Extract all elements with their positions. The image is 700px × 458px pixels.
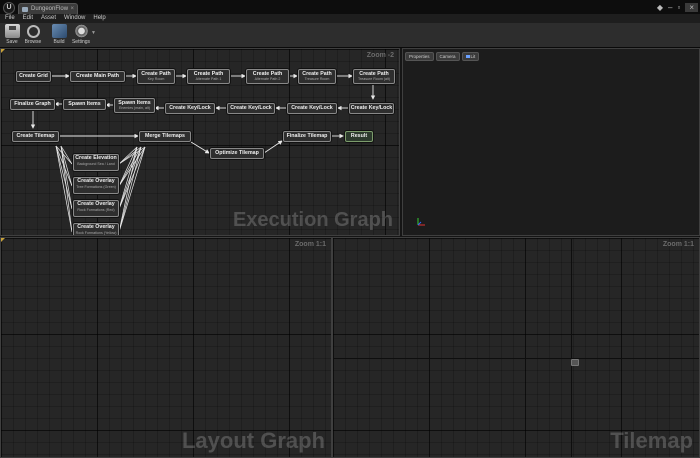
node-subtitle: Enemies (main, alt) [119, 106, 150, 110]
minimize-button[interactable]: – [668, 3, 672, 12]
menu-file[interactable]: File [5, 14, 15, 23]
node-create-overlay-1[interactable]: Create Overlay Tree Formations (Green) [73, 177, 119, 194]
lit-icon [465, 55, 470, 58]
close-window-button[interactable]: × [685, 2, 698, 12]
notification-icon[interactable]: ◆ [657, 3, 663, 12]
node-merge-tilemaps[interactable]: Merge Tilemaps [139, 131, 191, 142]
browse-button[interactable]: Browse [22, 24, 44, 45]
title-bar: U DungeonFlow × ◆ – ▫ × [0, 0, 700, 14]
menu-bar: File Edit Asset Window Help [0, 14, 700, 23]
panel-corner-marker [1, 238, 5, 242]
window-controls: ◆ – ▫ × [657, 1, 698, 13]
menu-edit[interactable]: Edit [23, 14, 33, 23]
node-finalize-tilemap[interactable]: Finalize Tilemap [283, 131, 331, 142]
save-icon [4, 24, 20, 38]
node-create-elevation[interactable]: Create Elevation Background Sea / Land [73, 154, 119, 171]
node-subtitle: Tree Formations (Green) [76, 185, 116, 189]
node-create-path-2[interactable]: Create Path Alternate Path 1 [187, 69, 230, 84]
menu-asset[interactable]: Asset [41, 14, 56, 23]
tilemap-origin-marker[interactable] [571, 359, 579, 366]
node-spawn-items-2[interactable]: Spawn Items [63, 99, 106, 110]
layout-graph-watermark: Layout Graph [181, 428, 325, 453]
document-tab-label: DungeonFlow [31, 6, 69, 12]
node-title: Create Overlay [77, 178, 115, 184]
node-create-main-path[interactable]: Create Main Path [70, 71, 125, 82]
node-spawn-items-1[interactable]: Spawn Items Enemies (main, alt) [114, 98, 155, 113]
node-subtitle: Rock Formations (Red) [77, 208, 115, 212]
menu-window[interactable]: Window [64, 14, 85, 23]
tilemap-watermark: Tilemap [610, 428, 693, 453]
settings-dropdown-icon[interactable]: ▼ [91, 30, 96, 36]
build-icon [51, 24, 67, 38]
tilemap-axis-horizontal [333, 358, 699, 359]
node-create-grid[interactable]: Create Grid [16, 71, 51, 82]
menu-help[interactable]: Help [93, 14, 105, 23]
save-label: Save [6, 39, 18, 45]
node-create-overlay-3[interactable]: Create Overlay Rock Formations (Yellow) [73, 223, 119, 235]
node-subtitle: Alternate Path 2 [254, 77, 281, 81]
node-create-key-lock-1[interactable]: Create Key/Lock [165, 103, 215, 114]
node-create-path-1[interactable]: Create Path Key Room [137, 69, 175, 84]
viewport-lit-label: Lit [470, 54, 476, 59]
node-create-path-5[interactable]: Create Path Treasure Room (alt) [353, 69, 395, 84]
build-label: Build [53, 39, 65, 45]
viewport-tabs: Properties Camera Lit [405, 52, 480, 61]
node-subtitle: Alternate Path 1 [195, 77, 222, 81]
execution-graph-watermark: Execution Graph [232, 209, 393, 231]
node-create-path-3[interactable]: Create Path Alternate Path 2 [246, 69, 289, 84]
tilemap-zoom-label: Zoom 1:1 [662, 241, 694, 248]
node-subtitle: Background Sea / Land [77, 162, 115, 166]
document-tab[interactable]: DungeonFlow × [18, 3, 78, 14]
node-create-key-lock-4[interactable]: Create Key/Lock [349, 103, 394, 114]
node-title: Create Overlay [77, 201, 115, 207]
node-create-tilemap[interactable]: Create Tilemap [12, 131, 59, 142]
unreal-logo-icon[interactable]: U [3, 2, 15, 14]
node-subtitle: Treasure Room (alt) [357, 77, 391, 81]
node-result[interactable]: Result [345, 131, 373, 142]
node-title: Create Elevation [75, 155, 117, 161]
node-create-key-lock-3[interactable]: Create Key/Lock [287, 103, 337, 114]
axis-gizmo-icon [417, 218, 425, 226]
settings-button[interactable]: Settings [70, 24, 92, 45]
toolbar: Save Browse Build Settings ▼ [0, 23, 700, 48]
execution-graph-panel[interactable]: Zoom -2 Create Grid Create Main Path Cre… [0, 48, 400, 236]
viewport-camera-button[interactable]: Camera [435, 52, 460, 61]
layout-graph-panel[interactable]: Zoom 1:1 Layout Graph [0, 237, 332, 458]
tilemap-panel[interactable]: Zoom 1:1 Tilemap [332, 237, 700, 458]
viewport-lit-button[interactable]: Lit [461, 52, 480, 61]
layout-zoom-label: Zoom 1:1 [294, 241, 326, 248]
node-subtitle: Rock Formations (Yellow) [75, 231, 117, 235]
tilemap-axis-vertical [571, 238, 572, 457]
browse-label: Browse [24, 39, 42, 45]
node-title: Create Overlay [77, 224, 115, 230]
node-create-key-lock-2[interactable]: Create Key/Lock [227, 103, 275, 114]
node-create-overlay-2[interactable]: Create Overlay Rock Formations (Red) [73, 200, 119, 217]
node-optimize-tilemap[interactable]: Optimize Tilemap [210, 148, 264, 159]
maximize-button[interactable]: ▫ [677, 3, 680, 12]
node-create-path-4[interactable]: Create Path Treasure Room [298, 69, 336, 84]
asset-icon [22, 7, 28, 12]
settings-label: Settings [71, 39, 91, 45]
magnifier-icon [26, 25, 40, 38]
gear-icon [73, 24, 89, 38]
node-subtitle: Key Room [147, 77, 165, 81]
viewport-panel[interactable]: Properties Camera Lit [402, 48, 700, 236]
node-finalize-graph[interactable]: Finalize Graph [10, 99, 55, 110]
viewport-properties-button[interactable]: Properties [405, 52, 434, 61]
save-button[interactable]: Save [1, 24, 23, 45]
node-subtitle: Treasure Room [304, 77, 330, 81]
build-button[interactable]: Build [48, 24, 70, 45]
